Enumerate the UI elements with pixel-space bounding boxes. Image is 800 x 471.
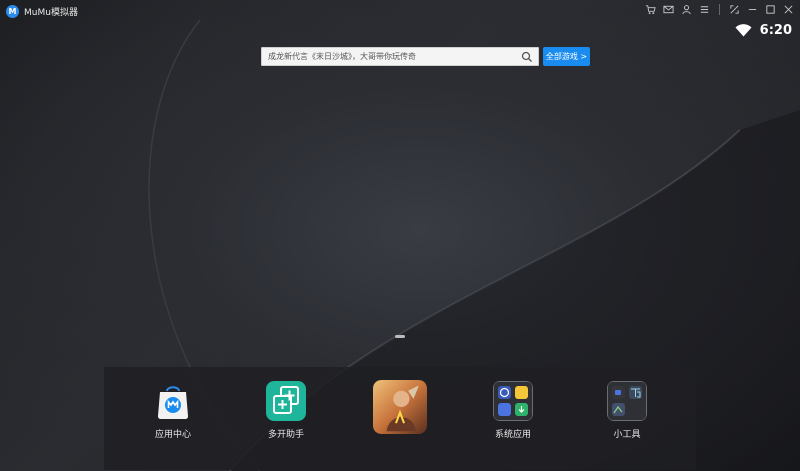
android-status-bar: 6:20 [735,23,792,38]
menu-icon[interactable] [699,4,710,15]
dock-label-system-apps: 系统应用 [494,430,531,440]
screenshot-icon[interactable] [729,4,740,15]
titlebar-divider [719,4,720,15]
mumu-logo-icon: M [6,4,19,18]
wifi-icon [735,24,752,37]
tools-folder-icon[interactable] [607,381,647,421]
search-input[interactable]: 成龙新代言《末日沙城》，大哥带你玩传奇 [262,51,520,62]
page-indicator [395,335,405,338]
dock-item-system-apps[interactable]: 系统应用 [478,381,548,440]
cart-icon[interactable] [645,4,656,15]
game-icon[interactable] [373,380,427,434]
status-time: 6:20 [759,23,792,38]
mail-icon[interactable] [663,4,674,15]
dock: 应用中心 多开助手 系统应用 小工具 [104,367,696,470]
title-bar: M MuMu模拟器 [0,0,800,22]
system-apps-folder-icon[interactable] [493,381,533,421]
app-center-icon[interactable] [153,381,193,421]
dock-label-app-center: 应用中心 [154,430,191,440]
minimize-icon[interactable] [747,4,758,15]
close-icon[interactable] [783,4,794,15]
dock-item-game[interactable] [365,380,435,440]
all-games-button[interactable]: 全部游戏 > [543,47,590,66]
dock-item-app-center[interactable]: 应用中心 [138,381,208,440]
multi-instance-icon[interactable] [266,381,306,421]
app-title: MuMu模拟器 [24,7,78,18]
dock-item-tools[interactable]: 小工具 [592,381,662,440]
dock-item-multi-instance[interactable]: 多开助手 [251,381,321,440]
maximize-icon[interactable] [765,4,776,15]
user-icon[interactable] [681,4,692,15]
dock-label-tools: 小工具 [613,430,641,440]
search-bar[interactable]: 成龙新代言《末日沙城》，大哥带你玩传奇 [261,47,539,66]
dock-label-multi-instance: 多开助手 [267,430,304,440]
search-icon[interactable] [520,50,534,64]
